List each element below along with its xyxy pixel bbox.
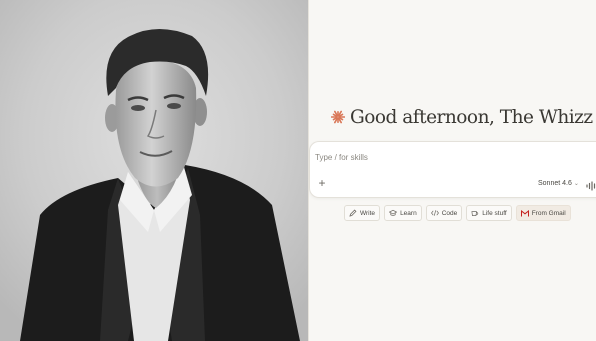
voice-waveform-icon [586, 181, 596, 191]
message-composer: + Sonnet 4.6 ⌄ [309, 141, 596, 198]
chip-life-stuff[interactable]: Life stuff [466, 205, 512, 221]
chip-write[interactable]: Write [344, 205, 381, 221]
add-attachment-button[interactable]: + [316, 177, 328, 189]
message-input[interactable] [315, 153, 565, 162]
greeting-text: Good afternoon, The Whizz [350, 106, 593, 128]
coffee-cup-icon [471, 209, 479, 217]
chat-home-pane: Good afternoon, The Whizz + Sonnet 4.6 ⌄ [308, 0, 596, 341]
quick-action-chips: Write Learn Code Life stuff From Gmail [344, 205, 571, 221]
voice-mode-button[interactable] [586, 178, 596, 191]
model-label: Sonnet 4.6 [538, 180, 572, 187]
plus-icon: + [318, 176, 326, 190]
chip-from-gmail[interactable]: From Gmail [515, 205, 571, 221]
model-selector[interactable]: Sonnet 4.6 ⌄ [538, 180, 579, 187]
pencil-icon [349, 209, 357, 217]
claude-spark-icon [331, 110, 345, 124]
chip-label: Write [360, 209, 376, 217]
portrait-photo [0, 0, 308, 341]
graduation-cap-icon [389, 209, 398, 217]
chip-label: Life stuff [482, 209, 507, 217]
chevron-down-icon: ⌄ [573, 181, 579, 187]
gmail-icon [520, 209, 529, 217]
screen: Good afternoon, The Whizz + Sonnet 4.6 ⌄ [0, 0, 596, 341]
chip-label: Learn [400, 209, 417, 217]
greeting-heading: Good afternoon, The Whizz [331, 103, 593, 131]
chip-label: Code [441, 209, 458, 217]
chip-learn[interactable]: Learn [384, 205, 422, 221]
chip-code[interactable]: Code [425, 205, 463, 221]
chip-label: From Gmail [531, 209, 566, 217]
code-brackets-icon [430, 209, 439, 217]
portrait-illustration [0, 0, 308, 341]
